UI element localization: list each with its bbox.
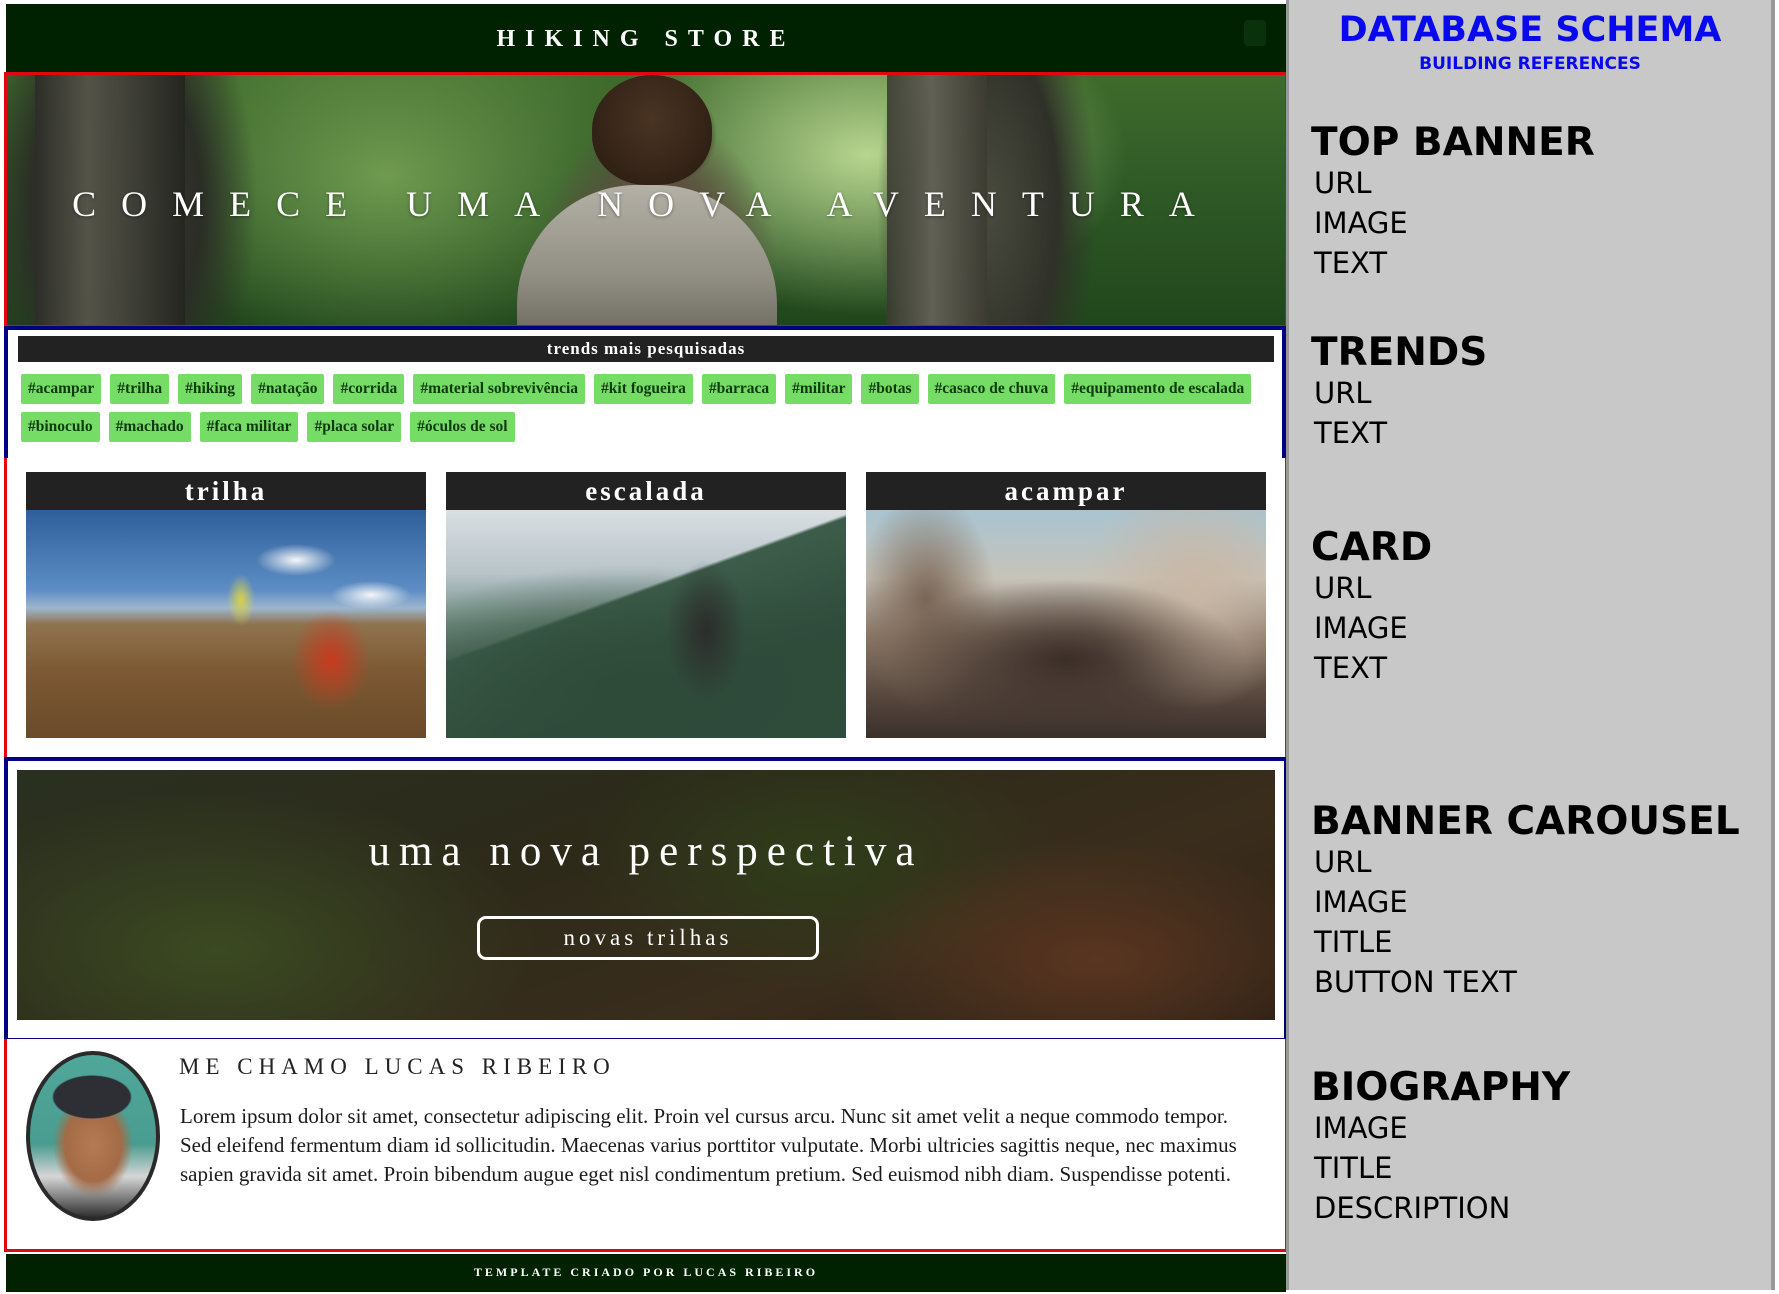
schema-section-heading: BIOGRAPHY [1311, 1065, 1571, 1110]
trend-tag[interactable]: #kit fogueira [594, 374, 693, 404]
trend-tag[interactable]: #casaco de chuva [927, 374, 1056, 404]
schema-field: URL [1314, 166, 1372, 200]
schema-field: URL [1314, 571, 1372, 605]
schema-field: IMAGE [1314, 1111, 1408, 1145]
schema-section-heading: CARD [1311, 525, 1433, 570]
schema-field: TITLE [1314, 925, 1393, 959]
schema-section-top-banner: TOP BANNER URL IMAGE TEXT [1311, 123, 1595, 283]
schema-field: URL [1314, 845, 1372, 879]
schema-section-heading: BANNER CAROUSEL [1311, 799, 1740, 844]
schema-section-heading: TRENDS [1311, 330, 1488, 375]
store-title[interactable]: HIKING STORE [497, 26, 796, 53]
trend-tag[interactable]: #natação [251, 374, 325, 404]
card-escalada[interactable]: escalada [446, 472, 846, 738]
schema-field: IMAGE [1314, 885, 1408, 919]
card-trilha[interactable]: trilha [26, 472, 426, 738]
carousel-button[interactable]: novas trilhas [477, 916, 819, 960]
trend-tag[interactable]: #placa solar [307, 412, 402, 442]
card-image [866, 510, 1266, 738]
schema-section-heading: TOP BANNER [1311, 120, 1595, 165]
trends-section: trends mais pesquisadas #acampar #trilha… [4, 326, 1286, 462]
schema-subtitle: BUILDING REFERENCES [1419, 54, 1641, 74]
trends-title: trends mais pesquisadas [18, 336, 1274, 362]
schema-section-card: CARD URL IMAGE TEXT [1311, 528, 1432, 688]
top-banner-text: COMECE UMA NOVA AVENTURA [72, 184, 1220, 224]
card-title: acampar [866, 472, 1266, 510]
card-title: escalada [446, 472, 846, 510]
schema-field: URL [1314, 376, 1372, 410]
schema-field: TEXT [1314, 651, 1388, 685]
schema-field: DESCRIPTION [1314, 1191, 1511, 1225]
trend-tag[interactable]: #trilha [110, 374, 170, 404]
trend-tag[interactable]: #botas [861, 374, 919, 404]
card-title: trilha [26, 472, 426, 510]
banner-hiker-head [592, 75, 712, 185]
trend-tag[interactable]: #hiking [178, 374, 243, 404]
cart-icon[interactable] [1244, 20, 1266, 46]
trend-tag[interactable]: #binoculo [21, 412, 100, 442]
schema-panel: DATABASE SCHEMA BUILDING REFERENCES TOP … [1286, 0, 1775, 1290]
schema-field: TEXT [1314, 246, 1388, 280]
trend-tag[interactable]: #equipamento de escalada [1064, 374, 1252, 404]
trend-tag[interactable]: #militar [785, 374, 853, 404]
top-banner[interactable]: COMECE UMA NOVA AVENTURA [4, 72, 1288, 328]
trend-tag[interactable]: #acampar [21, 374, 102, 404]
schema-field: TEXT [1314, 416, 1388, 450]
trend-tag[interactable]: #machado [108, 412, 191, 442]
trend-tags: #acampar #trilha #hiking #natação #corri… [21, 374, 1271, 442]
store-header: HIKING STORE [6, 4, 1286, 74]
card-image [446, 510, 846, 738]
banner-carousel: uma nova perspectiva novas trilhas [4, 757, 1288, 1042]
carousel-image: uma nova perspectiva novas trilhas [17, 770, 1275, 1020]
trend-tag[interactable]: #óculos de sol [410, 412, 515, 442]
card-image [26, 510, 426, 738]
trend-tag[interactable]: #faca militar [199, 412, 299, 442]
schema-field: BUTTON TEXT [1314, 965, 1517, 999]
schema-section-trends: TRENDS URL TEXT [1311, 333, 1487, 453]
schema-field: IMAGE [1314, 206, 1408, 240]
schema-section-banner-carousel: BANNER CAROUSEL URL IMAGE TITLE BUTTON T… [1311, 802, 1740, 1002]
biography-title: ME CHAMO LUCAS RIBEIRO [179, 1054, 616, 1079]
trend-tag[interactable]: #corrida [333, 374, 405, 404]
trend-tag[interactable]: #material sobrevivência [413, 374, 586, 404]
biography-description: Lorem ipsum dolor sit amet, consectetur … [180, 1104, 1237, 1186]
page: HIKING STORE COMECE UMA NOVA AVENTURA tr… [0, 0, 1779, 1294]
schema-field: IMAGE [1314, 611, 1408, 645]
schema-section-biography: BIOGRAPHY IMAGE TITLE DESCRIPTION [1311, 1068, 1570, 1228]
carousel-title: uma nova perspectiva [368, 828, 924, 875]
trend-tag[interactable]: #barraca [701, 374, 777, 404]
cards-section: trilha escalada acampar [4, 458, 1288, 757]
schema-title: DATABASE SCHEMA [1338, 10, 1722, 50]
schema-field: TITLE [1314, 1151, 1393, 1185]
avatar [26, 1051, 160, 1221]
footer: TEMPLATE CRIADO POR LUCAS RIBEIRO [6, 1254, 1286, 1292]
card-acampar[interactable]: acampar [866, 472, 1266, 738]
biography-section: ME CHAMO LUCAS RIBEIRO Lorem ipsum dolor… [4, 1039, 1288, 1252]
